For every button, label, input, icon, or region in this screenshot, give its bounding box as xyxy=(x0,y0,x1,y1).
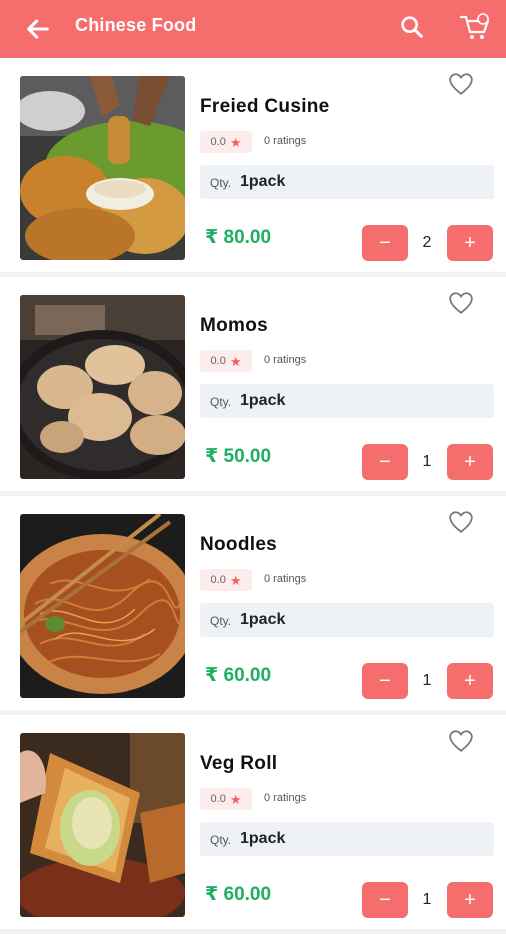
product-name: Noodles xyxy=(200,534,278,555)
heart-icon[interactable] xyxy=(448,729,474,753)
rating-value: 0.0 xyxy=(210,574,226,586)
page-title: Chinese Food xyxy=(75,15,197,35)
qty-value: 1pack xyxy=(240,611,286,628)
rating-badge: 0.0 ★ xyxy=(200,788,252,810)
heart-icon[interactable] xyxy=(448,510,474,534)
product-price: ₹ 80.00 xyxy=(205,227,272,248)
rating-value: 0.0 xyxy=(210,136,226,148)
decrease-quantity-button[interactable]: − xyxy=(362,882,408,918)
rating-value: 0.0 xyxy=(210,793,226,805)
product-card[interactable]: Freied Cusine 0.0 ★ 0 ratings Qty. 1pack… xyxy=(0,58,506,272)
fried-food-image xyxy=(20,76,185,260)
product-name: Freied Cusine xyxy=(200,96,330,117)
back-arrow-icon[interactable] xyxy=(24,15,52,43)
increase-quantity-button[interactable]: + xyxy=(447,225,493,261)
noodles-image xyxy=(20,514,185,698)
decrease-quantity-button[interactable]: − xyxy=(362,663,408,699)
star-icon: ★ xyxy=(229,353,242,369)
heart-icon[interactable] xyxy=(448,72,474,96)
app-bar: Chinese Food xyxy=(0,0,506,58)
qty-label: Qty. xyxy=(210,833,232,847)
product-card[interactable]: Momos 0.0 ★ 0 ratings Qty. 1pack ₹ 50.00… xyxy=(0,277,506,491)
cart-icon[interactable] xyxy=(458,11,492,43)
momos-image xyxy=(20,295,185,479)
product-list: Freied Cusine 0.0 ★ 0 ratings Qty. 1pack… xyxy=(0,58,506,934)
item-count: 1 xyxy=(422,453,432,470)
qty-value: 1pack xyxy=(240,392,286,409)
item-count: 2 xyxy=(422,234,432,251)
increase-quantity-button[interactable]: + xyxy=(447,882,493,918)
ratings-count: 0 ratings xyxy=(264,573,307,585)
veg-roll-image xyxy=(20,733,185,917)
product-price: ₹ 60.00 xyxy=(205,665,272,686)
qty-label: Qty. xyxy=(210,614,232,628)
decrease-quantity-button[interactable]: − xyxy=(362,225,408,261)
qty-label: Qty. xyxy=(210,395,232,409)
item-count: 1 xyxy=(422,672,432,689)
rating-badge: 0.0 ★ xyxy=(200,131,252,153)
ratings-count: 0 ratings xyxy=(264,135,307,147)
heart-icon[interactable] xyxy=(448,291,474,315)
ratings-count: 0 ratings xyxy=(264,792,307,804)
increase-quantity-button[interactable]: + xyxy=(447,444,493,480)
qty-label: Qty. xyxy=(210,176,232,190)
quantity-info: Qty. 1pack xyxy=(200,603,494,637)
rating-badge: 0.0 ★ xyxy=(200,569,252,591)
product-price: ₹ 50.00 xyxy=(205,446,272,467)
decrease-quantity-button[interactable]: − xyxy=(362,444,408,480)
quantity-info: Qty. 1pack xyxy=(200,822,494,856)
product-price: ₹ 60.00 xyxy=(205,884,272,905)
product-name: Veg Roll xyxy=(200,753,278,774)
quantity-info: Qty. 1pack xyxy=(200,165,494,199)
ratings-count: 0 ratings xyxy=(264,354,307,366)
increase-quantity-button[interactable]: + xyxy=(447,663,493,699)
product-card[interactable]: Noodles 0.0 ★ 0 ratings Qty. 1pack ₹ 60.… xyxy=(0,496,506,710)
item-count: 1 xyxy=(422,891,432,908)
star-icon: ★ xyxy=(229,572,242,588)
star-icon: ★ xyxy=(229,791,242,807)
product-card[interactable]: Veg Roll 0.0 ★ 0 ratings Qty. 1pack ₹ 60… xyxy=(0,715,506,929)
search-icon[interactable] xyxy=(398,13,426,41)
quantity-info: Qty. 1pack xyxy=(200,384,494,418)
rating-value: 0.0 xyxy=(210,355,226,367)
qty-value: 1pack xyxy=(240,173,286,190)
star-icon: ★ xyxy=(229,134,242,150)
qty-value: 1pack xyxy=(240,830,286,847)
rating-badge: 0.0 ★ xyxy=(200,350,252,372)
product-name: Momos xyxy=(200,315,268,336)
